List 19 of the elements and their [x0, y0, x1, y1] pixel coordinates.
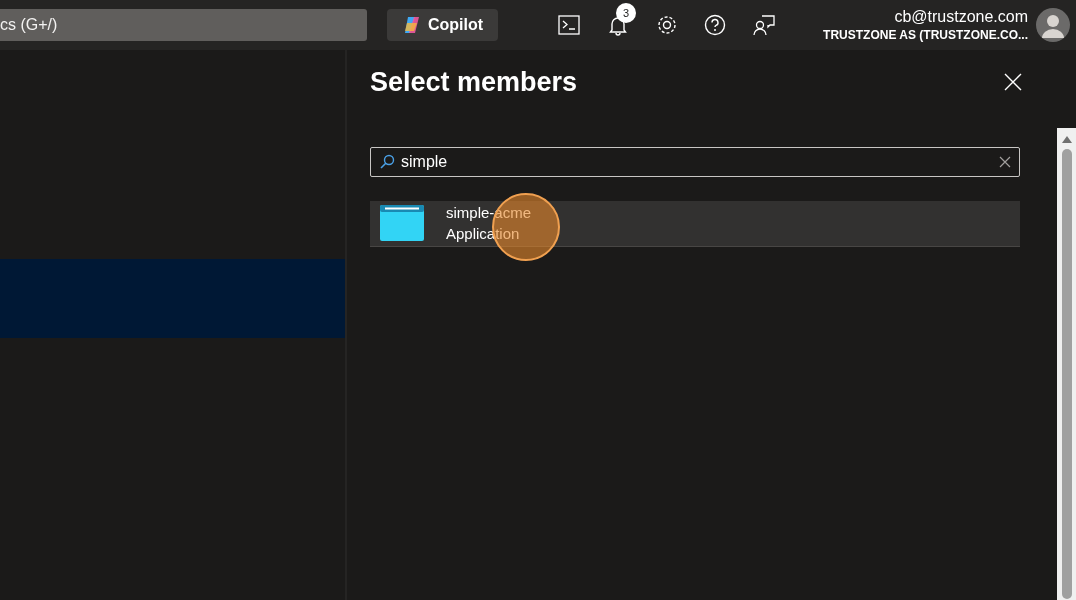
help-icon[interactable]	[704, 14, 727, 36]
search-field[interactable]: simple	[370, 146, 1020, 177]
feedback-icon[interactable]	[752, 13, 777, 37]
terminal-icon[interactable]	[558, 15, 581, 35]
panel-title: Select members	[370, 66, 578, 99]
close-icon[interactable]	[1004, 73, 1022, 92]
application-icon	[380, 205, 424, 241]
copilot-button[interactable]: Copilot	[387, 9, 499, 41]
settings-icon[interactable]	[656, 14, 679, 36]
notification-count: 3	[616, 3, 637, 23]
copilot-icon	[402, 15, 422, 35]
tenant-name: TRUSTZONE AS (TRUSTZONE.CO...	[823, 27, 1028, 43]
clear-icon[interactable]	[999, 155, 1011, 168]
search-field[interactable]: cs (G+/)	[0, 9, 367, 41]
scrollbar[interactable]	[1057, 128, 1076, 600]
avatar-icon[interactable]	[1036, 8, 1070, 42]
search-icon	[379, 153, 395, 170]
scroll-up-icon[interactable]	[1061, 136, 1072, 143]
account-email: cb@trustzone.com	[894, 7, 1028, 27]
